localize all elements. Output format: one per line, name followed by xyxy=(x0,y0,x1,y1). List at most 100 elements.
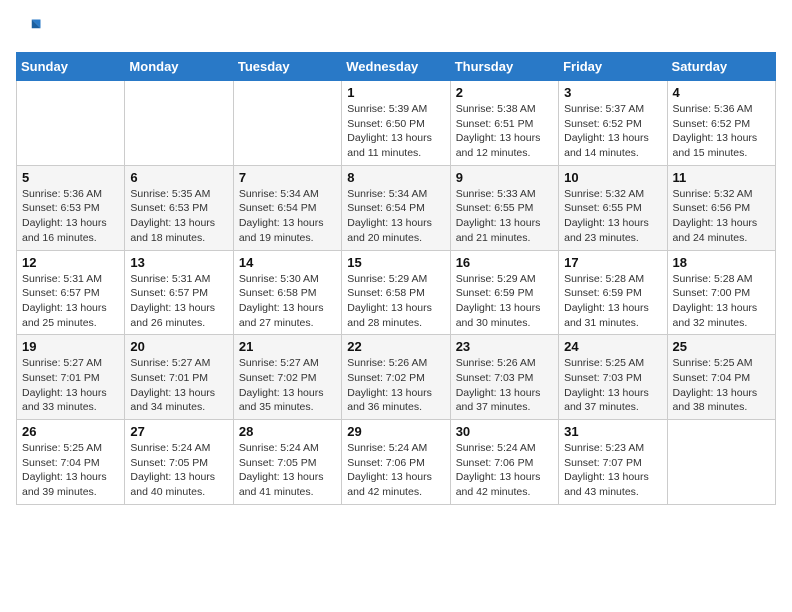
day-number: 21 xyxy=(239,339,336,354)
weekday-header: Thursday xyxy=(450,53,558,81)
calendar-cell: 17 Sunrise: 5:28 AMSunset: 6:59 PMDayligh… xyxy=(559,250,667,335)
day-info: Sunrise: 5:24 AMSunset: 7:06 PMDaylight:… xyxy=(347,441,444,500)
day-info: Sunrise: 5:29 AMSunset: 6:58 PMDaylight:… xyxy=(347,272,444,331)
weekday-header: Wednesday xyxy=(342,53,450,81)
day-info: Sunrise: 5:25 AMSunset: 7:04 PMDaylight:… xyxy=(673,356,770,415)
weekday-header: Tuesday xyxy=(233,53,341,81)
day-info: Sunrise: 5:30 AMSunset: 6:58 PMDaylight:… xyxy=(239,272,336,331)
calendar-cell: 6 Sunrise: 5:35 AMSunset: 6:53 PMDaylight… xyxy=(125,165,233,250)
calendar-cell: 14 Sunrise: 5:30 AMSunset: 6:58 PMDayligh… xyxy=(233,250,341,335)
day-number: 15 xyxy=(347,255,444,270)
calendar-cell: 26 Sunrise: 5:25 AMSunset: 7:04 PMDayligh… xyxy=(17,420,125,505)
day-info: Sunrise: 5:27 AMSunset: 7:02 PMDaylight:… xyxy=(239,356,336,415)
calendar-cell: 11 Sunrise: 5:32 AMSunset: 6:56 PMDayligh… xyxy=(667,165,775,250)
calendar-cell: 4 Sunrise: 5:36 AMSunset: 6:52 PMDaylight… xyxy=(667,81,775,166)
day-info: Sunrise: 5:37 AMSunset: 6:52 PMDaylight:… xyxy=(564,102,661,161)
calendar-cell: 7 Sunrise: 5:34 AMSunset: 6:54 PMDaylight… xyxy=(233,165,341,250)
day-info: Sunrise: 5:27 AMSunset: 7:01 PMDaylight:… xyxy=(130,356,227,415)
day-number: 3 xyxy=(564,85,661,100)
weekday-header: Saturday xyxy=(667,53,775,81)
day-number: 29 xyxy=(347,424,444,439)
day-info: Sunrise: 5:36 AMSunset: 6:52 PMDaylight:… xyxy=(673,102,770,161)
day-info: Sunrise: 5:24 AMSunset: 7:05 PMDaylight:… xyxy=(239,441,336,500)
day-number: 5 xyxy=(22,170,119,185)
day-number: 10 xyxy=(564,170,661,185)
day-info: Sunrise: 5:35 AMSunset: 6:53 PMDaylight:… xyxy=(130,187,227,246)
calendar-cell: 22 Sunrise: 5:26 AMSunset: 7:02 PMDayligh… xyxy=(342,335,450,420)
calendar-cell: 28 Sunrise: 5:24 AMSunset: 7:05 PMDayligh… xyxy=(233,420,341,505)
day-number: 7 xyxy=(239,170,336,185)
day-info: Sunrise: 5:34 AMSunset: 6:54 PMDaylight:… xyxy=(239,187,336,246)
day-info: Sunrise: 5:38 AMSunset: 6:51 PMDaylight:… xyxy=(456,102,553,161)
day-info: Sunrise: 5:32 AMSunset: 6:56 PMDaylight:… xyxy=(673,187,770,246)
page-header xyxy=(16,16,776,44)
calendar-cell: 31 Sunrise: 5:23 AMSunset: 7:07 PMDayligh… xyxy=(559,420,667,505)
calendar-cell: 13 Sunrise: 5:31 AMSunset: 6:57 PMDayligh… xyxy=(125,250,233,335)
day-number: 2 xyxy=(456,85,553,100)
day-number: 17 xyxy=(564,255,661,270)
day-number: 26 xyxy=(22,424,119,439)
day-info: Sunrise: 5:25 AMSunset: 7:04 PMDaylight:… xyxy=(22,441,119,500)
day-number: 8 xyxy=(347,170,444,185)
calendar-cell: 18Sunrise: 5:28 AMSunset: 7:00 PMDayligh… xyxy=(667,250,775,335)
calendar-cell: 9 Sunrise: 5:33 AMSunset: 6:55 PMDaylight… xyxy=(450,165,558,250)
calendar-cell: 21 Sunrise: 5:27 AMSunset: 7:02 PMDayligh… xyxy=(233,335,341,420)
weekday-header: Monday xyxy=(125,53,233,81)
calendar-cell: 25 Sunrise: 5:25 AMSunset: 7:04 PMDayligh… xyxy=(667,335,775,420)
day-number: 31 xyxy=(564,424,661,439)
calendar-cell: 20 Sunrise: 5:27 AMSunset: 7:01 PMDayligh… xyxy=(125,335,233,420)
day-info: Sunrise: 5:27 AMSunset: 7:01 PMDaylight:… xyxy=(22,356,119,415)
calendar-cell: 3 Sunrise: 5:37 AMSunset: 6:52 PMDaylight… xyxy=(559,81,667,166)
calendar-cell xyxy=(233,81,341,166)
day-info: Sunrise: 5:36 AMSunset: 6:53 PMDaylight:… xyxy=(22,187,119,246)
calendar-cell: 19 Sunrise: 5:27 AMSunset: 7:01 PMDayligh… xyxy=(17,335,125,420)
calendar-cell: 8 Sunrise: 5:34 AMSunset: 6:54 PMDaylight… xyxy=(342,165,450,250)
day-number: 25 xyxy=(673,339,770,354)
day-info: Sunrise: 5:24 AMSunset: 7:05 PMDaylight:… xyxy=(130,441,227,500)
day-info: Sunrise: 5:31 AMSunset: 6:57 PMDaylight:… xyxy=(22,272,119,331)
day-number: 4 xyxy=(673,85,770,100)
weekday-header: Friday xyxy=(559,53,667,81)
calendar-cell xyxy=(17,81,125,166)
calendar-cell: 29 Sunrise: 5:24 AMSunset: 7:06 PMDayligh… xyxy=(342,420,450,505)
day-number: 11 xyxy=(673,170,770,185)
calendar-cell: 27 Sunrise: 5:24 AMSunset: 7:05 PMDayligh… xyxy=(125,420,233,505)
calendar-cell: 23 Sunrise: 5:26 AMSunset: 7:03 PMDayligh… xyxy=(450,335,558,420)
day-info: Sunrise: 5:29 AMSunset: 6:59 PMDaylight:… xyxy=(456,272,553,331)
day-number: 19 xyxy=(22,339,119,354)
day-info: Sunrise: 5:28 AMSunset: 6:59 PMDaylight:… xyxy=(564,272,661,331)
day-number: 30 xyxy=(456,424,553,439)
calendar-cell: 15 Sunrise: 5:29 AMSunset: 6:58 PMDayligh… xyxy=(342,250,450,335)
day-number: 9 xyxy=(456,170,553,185)
day-number: 27 xyxy=(130,424,227,439)
logo xyxy=(16,16,48,44)
calendar: SundayMondayTuesdayWednesdayThursdayFrid… xyxy=(16,52,776,505)
day-number: 1 xyxy=(347,85,444,100)
day-number: 24 xyxy=(564,339,661,354)
day-number: 28 xyxy=(239,424,336,439)
day-number: 12 xyxy=(22,255,119,270)
day-info: Sunrise: 5:26 AMSunset: 7:02 PMDaylight:… xyxy=(347,356,444,415)
day-number: 22 xyxy=(347,339,444,354)
day-info: Sunrise: 5:34 AMSunset: 6:54 PMDaylight:… xyxy=(347,187,444,246)
calendar-cell: 16Sunrise: 5:29 AMSunset: 6:59 PMDayligh… xyxy=(450,250,558,335)
day-info: Sunrise: 5:33 AMSunset: 6:55 PMDaylight:… xyxy=(456,187,553,246)
day-number: 6 xyxy=(130,170,227,185)
calendar-cell: 5 Sunrise: 5:36 AMSunset: 6:53 PMDaylight… xyxy=(17,165,125,250)
day-number: 18 xyxy=(673,255,770,270)
day-number: 14 xyxy=(239,255,336,270)
day-number: 13 xyxy=(130,255,227,270)
day-info: Sunrise: 5:26 AMSunset: 7:03 PMDaylight:… xyxy=(456,356,553,415)
calendar-cell: 12 Sunrise: 5:31 AMSunset: 6:57 PMDayligh… xyxy=(17,250,125,335)
calendar-cell: 10 Sunrise: 5:32 AMSunset: 6:55 PMDayligh… xyxy=(559,165,667,250)
calendar-cell: 30Sunrise: 5:24 AMSunset: 7:06 PMDayligh… xyxy=(450,420,558,505)
day-number: 23 xyxy=(456,339,553,354)
day-info: Sunrise: 5:23 AMSunset: 7:07 PMDaylight:… xyxy=(564,441,661,500)
calendar-cell xyxy=(125,81,233,166)
calendar-cell xyxy=(667,420,775,505)
calendar-cell: 1Sunrise: 5:39 AMSunset: 6:50 PMDaylight… xyxy=(342,81,450,166)
day-number: 20 xyxy=(130,339,227,354)
calendar-cell: 2 Sunrise: 5:38 AMSunset: 6:51 PMDaylight… xyxy=(450,81,558,166)
day-info: Sunrise: 5:31 AMSunset: 6:57 PMDaylight:… xyxy=(130,272,227,331)
day-info: Sunrise: 5:32 AMSunset: 6:55 PMDaylight:… xyxy=(564,187,661,246)
